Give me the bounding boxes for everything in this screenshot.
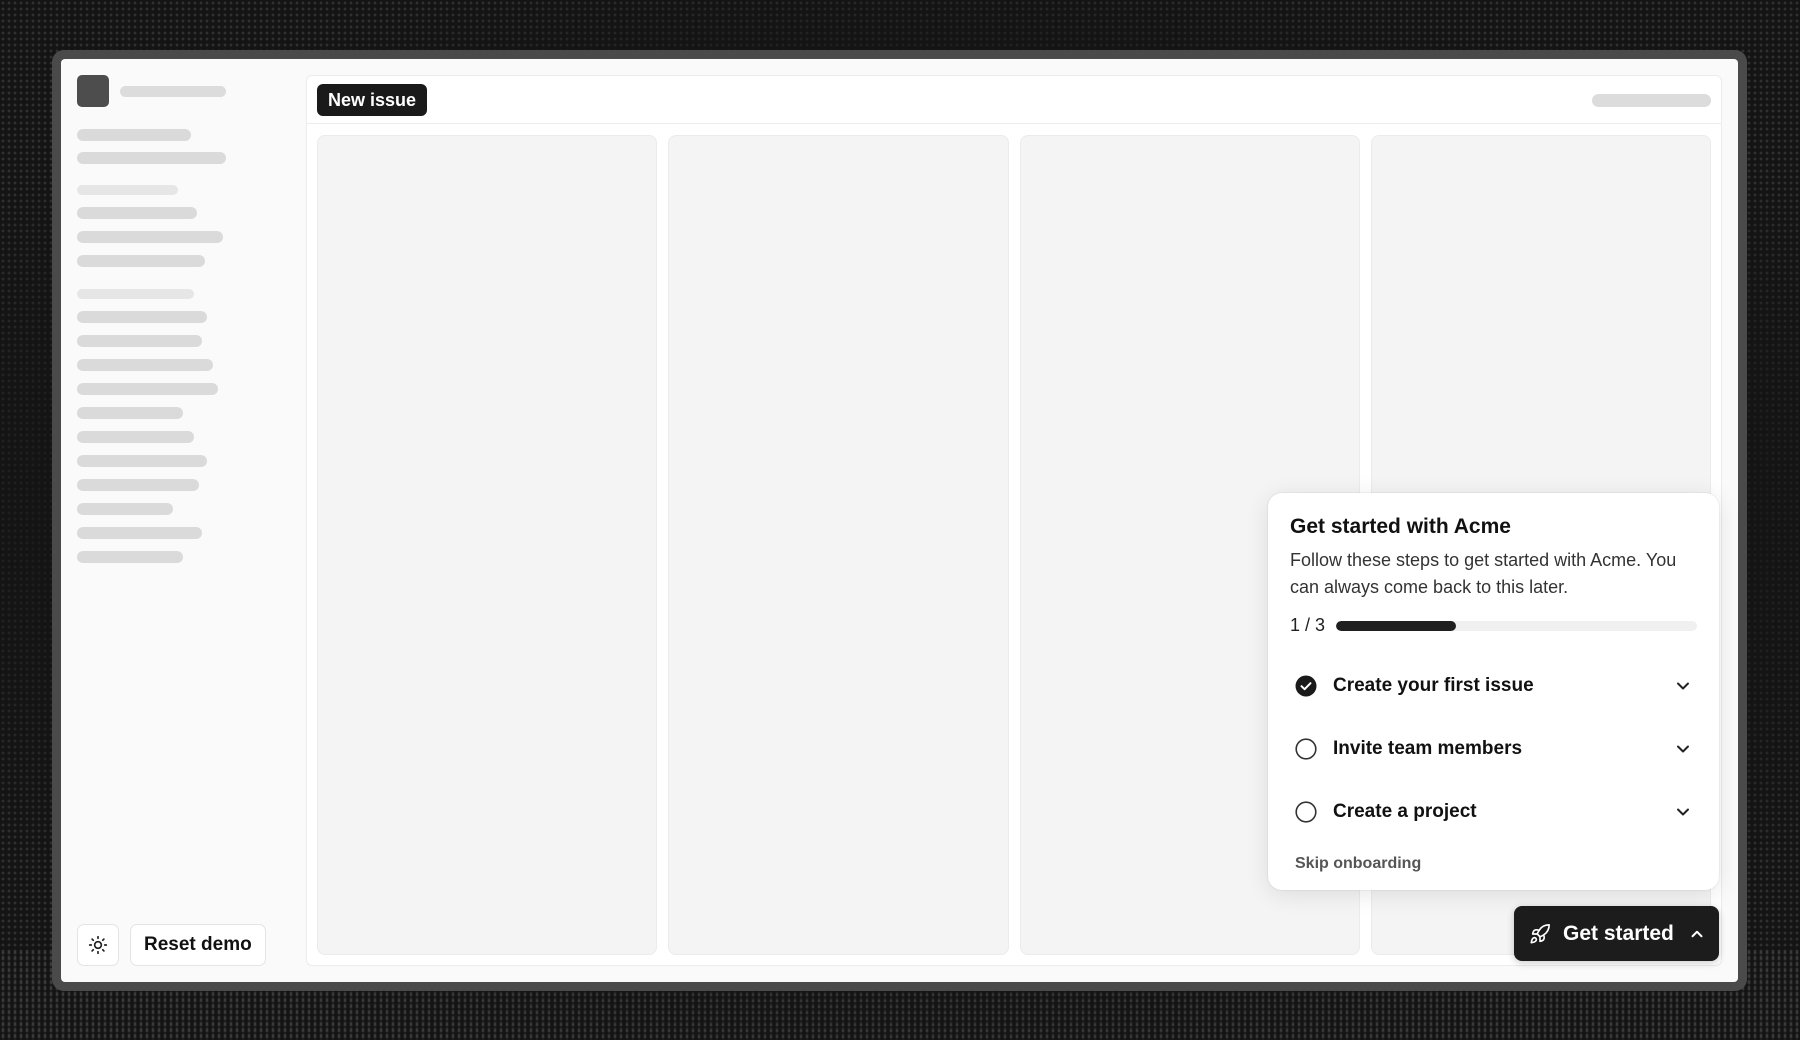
sidebar-skeleton-item — [77, 479, 199, 491]
chevron-down-icon — [1677, 682, 1689, 689]
sidebar: Reset demo — [61, 59, 306, 982]
sidebar-skeleton-heading — [77, 185, 178, 195]
get-started-button[interactable]: Get started — [1514, 906, 1719, 961]
step-create-first-issue[interactable]: Create your first issue — [1290, 654, 1697, 717]
sidebar-skeleton-item — [77, 503, 173, 515]
onboarding-description: Follow these steps to get started with A… — [1290, 550, 1677, 597]
workspace-name-placeholder — [120, 85, 226, 97]
theme-toggle-button[interactable] — [77, 924, 119, 966]
sidebar-skeleton-item — [77, 359, 213, 371]
sidebar-skeleton-item — [77, 335, 202, 347]
check-circle-icon — [1295, 675, 1317, 696]
new-issue-button[interactable]: New issue — [317, 84, 428, 116]
sidebar-skeleton-item — [77, 207, 197, 219]
workspace-header[interactable] — [77, 75, 226, 107]
sidebar-skeleton-item — [77, 152, 226, 164]
sun-icon — [88, 935, 108, 955]
rocket-icon — [1530, 923, 1550, 944]
sidebar-skeleton-heading — [77, 289, 194, 299]
sidebar-skeleton-item — [77, 455, 207, 467]
step-label: Invite team members — [1333, 737, 1523, 759]
chevron-down-icon — [1677, 808, 1689, 815]
main-header: New issue — [307, 76, 1721, 124]
sidebar-skeleton-item — [77, 311, 207, 323]
sidebar-skeleton-item — [77, 551, 183, 563]
get-started-label: Get started — [1563, 921, 1674, 945]
empty-circle-icon — [1295, 737, 1317, 760]
sidebar-skeleton-item — [77, 527, 202, 539]
header-skeleton — [1592, 94, 1711, 107]
progress-bar — [1336, 620, 1697, 631]
chevron-up-icon — [1691, 930, 1703, 937]
step-create-project[interactable]: Create a project — [1290, 780, 1697, 843]
empty-circle-icon — [1295, 800, 1317, 823]
reset-demo-button[interactable]: Reset demo — [130, 924, 266, 966]
chevron-down-icon — [1677, 745, 1689, 752]
step-label: Create your first issue — [1333, 674, 1534, 696]
sidebar-skeleton-item — [77, 255, 205, 267]
progress-label: 1 / 3 — [1290, 615, 1326, 635]
onboarding-title: Get started with Acme — [1290, 515, 1511, 538]
sidebar-skeleton-item — [77, 431, 194, 443]
onboarding-steps: Create your first issue Invite team memb… — [1290, 654, 1697, 843]
step-label: Create a project — [1333, 800, 1477, 822]
progress-bar-fill — [1336, 620, 1457, 631]
sidebar-footer: Reset demo — [77, 924, 266, 966]
board-column — [317, 135, 658, 955]
sidebar-skeleton-item — [77, 407, 183, 419]
onboarding-panel: Get started with Acme Follow these steps… — [1268, 493, 1719, 890]
sidebar-skeleton-item — [77, 129, 191, 141]
board-column — [668, 135, 1009, 955]
sidebar-skeleton-item — [77, 383, 218, 395]
sidebar-skeleton-item — [77, 231, 223, 243]
onboarding-progress: 1 / 3 — [1290, 615, 1697, 636]
skip-onboarding-link[interactable]: Skip onboarding — [1295, 855, 1697, 873]
workspace-logo — [77, 75, 109, 107]
step-invite-team-members[interactable]: Invite team members — [1290, 717, 1697, 780]
